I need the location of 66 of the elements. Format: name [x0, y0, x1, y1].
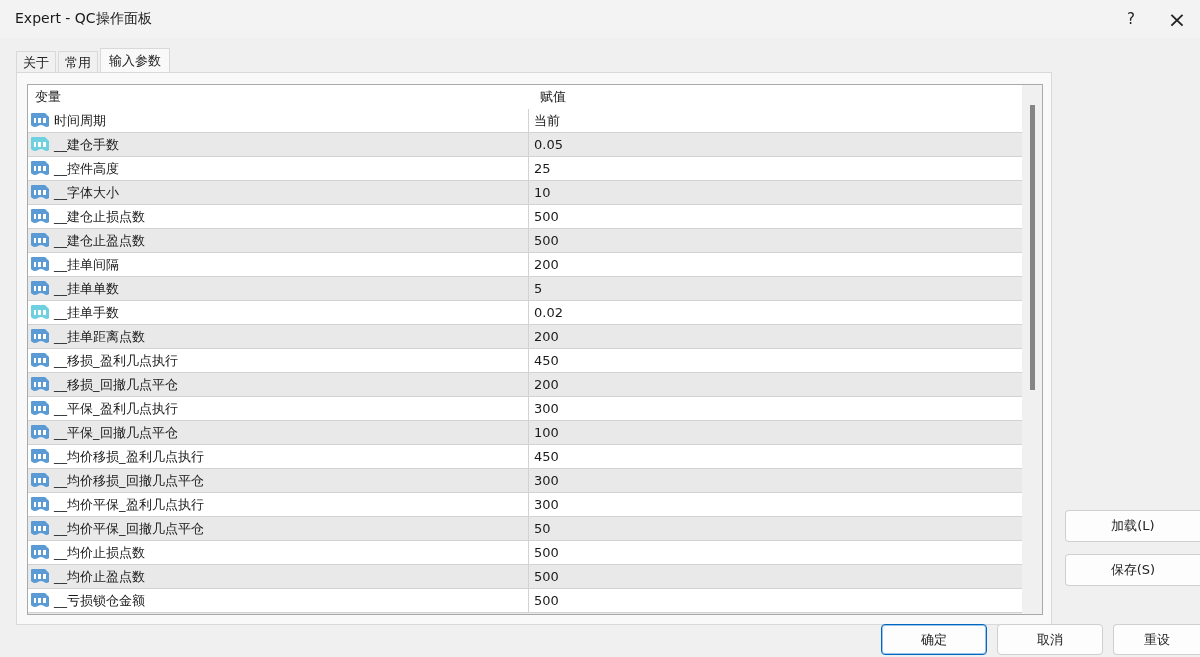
integer-type-icon — [30, 328, 50, 345]
integer-type-icon — [30, 520, 50, 537]
value-text: 300 — [534, 497, 559, 512]
variable-name: 时间周期 — [54, 111, 106, 130]
variable-name: __移损_回撤几点平仓 — [54, 375, 178, 394]
variable-name: __均价移损_回撤几点平仓 — [54, 471, 204, 490]
side-button[interactable]: 加载(L) — [1065, 510, 1200, 542]
variable-name: __亏损锁仓金额 — [54, 591, 145, 610]
variable-name: __均价平保_盈利几点执行 — [54, 495, 204, 514]
column-header: 变量 — [34, 88, 62, 106]
variable-name: __建仓止损点数 — [54, 207, 145, 226]
variable-name: __均价移损_盈利几点执行 — [54, 447, 204, 466]
variable-name: __字体大小 — [54, 183, 119, 202]
variable-name: __平保_回撤几点平仓 — [54, 423, 178, 442]
decimal-type-icon — [30, 136, 50, 153]
variable-name: __均价止盈点数 — [54, 567, 145, 586]
variable-name: __挂单手数 — [54, 303, 119, 322]
side-button[interactable]: 保存(S) — [1065, 554, 1200, 586]
value-text: 500 — [534, 545, 559, 560]
dialog-button[interactable]: 确定 — [881, 624, 987, 655]
value-text: 100 — [534, 425, 559, 440]
variable-name: __均价止损点数 — [54, 543, 145, 562]
tab[interactable]: 关于 — [16, 51, 56, 72]
variable-name: __挂单间隔 — [54, 255, 119, 274]
integer-type-icon — [30, 568, 50, 585]
variable-name: __挂单距离点数 — [54, 327, 145, 346]
value-text: 300 — [534, 401, 559, 416]
value-text: 200 — [534, 329, 559, 344]
value-text: 10 — [534, 185, 551, 200]
value-text: 500 — [534, 593, 559, 608]
integer-type-icon — [30, 472, 50, 489]
tab[interactable]: 输入参数 — [100, 48, 170, 72]
integer-type-icon — [30, 184, 50, 201]
variable-name: __控件高度 — [54, 159, 119, 178]
integer-type-icon — [30, 232, 50, 249]
dialog-button[interactable]: 取消 — [997, 624, 1103, 655]
value-text: 200 — [534, 257, 559, 272]
tab[interactable]: 常用 — [58, 51, 98, 72]
variable-name: __建仓手数 — [54, 135, 119, 154]
value-text: 0.05 — [534, 137, 563, 152]
value-text: 200 — [534, 377, 559, 392]
value-text: 450 — [534, 353, 559, 368]
value-text: 500 — [534, 569, 559, 584]
window-title: Expert - QC操作面板 — [15, 10, 152, 28]
variable-name: __移损_盈利几点执行 — [54, 351, 178, 370]
dialog-button[interactable]: 重设 — [1113, 624, 1200, 655]
value-text: 当前 — [534, 111, 560, 130]
value-text: 0.02 — [534, 305, 563, 320]
value-text: 5 — [534, 281, 543, 296]
integer-type-icon — [30, 376, 50, 393]
integer-type-icon — [30, 280, 50, 297]
integer-type-icon — [30, 424, 50, 441]
value-text: 500 — [534, 209, 559, 224]
value-text: 450 — [534, 449, 559, 464]
value-text: 25 — [534, 161, 551, 176]
close-button[interactable]: × — [1154, 0, 1200, 38]
value-text: 50 — [534, 521, 551, 536]
variable-name: __挂单单数 — [54, 279, 119, 298]
column-header: 赋值 — [539, 88, 567, 106]
variable-name: __均价平保_回撤几点平仓 — [54, 519, 204, 538]
value-text: 500 — [534, 233, 559, 248]
variable-name: __建仓止盈点数 — [54, 231, 145, 250]
scrollbar[interactable] — [1022, 85, 1042, 614]
value-text: 300 — [534, 473, 559, 488]
variable-name: __平保_盈利几点执行 — [54, 399, 178, 418]
help-button[interactable]: ? — [1108, 0, 1154, 38]
